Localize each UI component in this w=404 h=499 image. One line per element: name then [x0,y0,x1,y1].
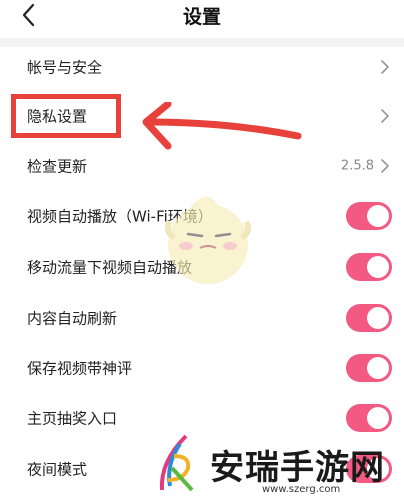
setting-row-auto-refresh: 内容自动刷新 [0,293,404,343]
setting-label: 帐号与安全 [27,58,103,77]
chevron-right-icon [381,60,389,74]
setting-label: 主页抽奖入口 [27,409,118,428]
toggle-switch[interactable] [346,404,392,432]
setting-label: 夜间模式 [27,460,88,479]
annotation-arrow-icon [142,102,302,150]
watermark-site-name: 安瑞手游网 [210,448,385,488]
chevron-right-icon [381,109,389,123]
toggle-switch[interactable] [346,354,392,382]
page-title: 设置 [182,6,221,28]
toggle-knob [367,256,389,278]
setting-row-save-video-comment: 保存视频带神评 [0,343,404,393]
watermark-site-url: www.szerg.com [262,484,341,495]
setting-label: 内容自动刷新 [27,309,118,328]
toggle-knob [367,307,389,329]
header-bar: 设置 [0,0,404,34]
toggle-switch[interactable] [346,304,392,332]
annotation-highlight-box [11,94,121,138]
chevron-right-icon [381,159,389,173]
version-value: 2.5.8 [340,158,374,174]
toggle-knob [367,407,389,429]
mascot-watermark-icon [164,196,252,284]
setting-row-account-security[interactable]: 帐号与安全 [0,42,404,92]
watermark-logo-icon [159,434,194,492]
setting-label: 保存视频带神评 [27,359,133,378]
setting-label: 检查更新 [27,157,88,176]
toggle-switch[interactable] [346,253,392,281]
toggle-knob [367,205,389,227]
toggle-knob [367,357,389,379]
toggle-switch[interactable] [346,202,392,230]
